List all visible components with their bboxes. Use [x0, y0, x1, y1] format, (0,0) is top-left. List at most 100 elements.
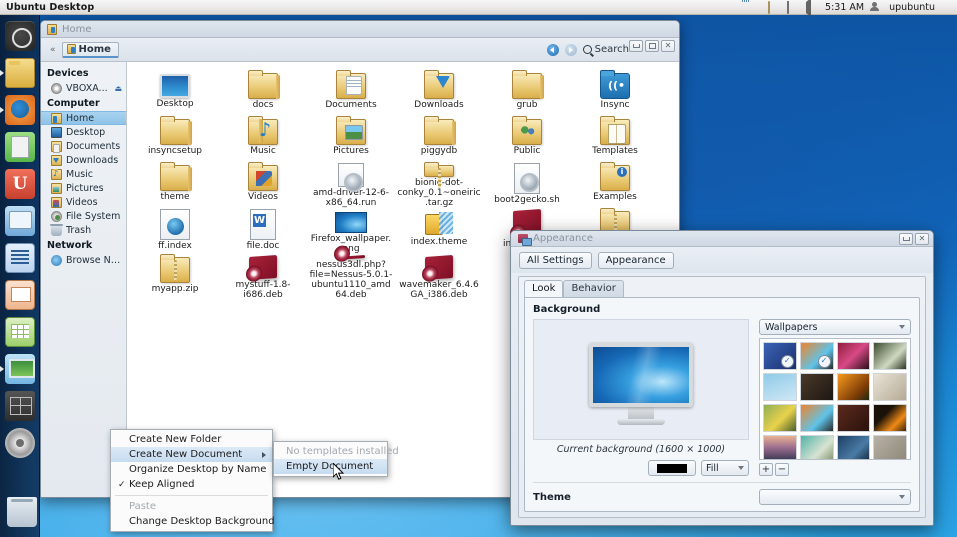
sidebar-item-file-system[interactable]: File System: [41, 209, 126, 223]
appearance-window[interactable]: Appearance ✕ All Settings Appearance Loo…: [510, 230, 934, 526]
create-new-document-submenu[interactable]: No templates installed Empty Document: [273, 441, 399, 477]
appearance-button[interactable]: Appearance: [597, 251, 674, 269]
search-button[interactable]: Search: [582, 44, 629, 55]
file-item[interactable]: index.theme: [395, 208, 483, 254]
wallpaper-thumb-orange-flower[interactable]: [836, 373, 871, 401]
launcher-item-cd-drive[interactable]: [2, 425, 38, 461]
sidebar-item-music[interactable]: Music: [41, 167, 126, 181]
file-item[interactable]: mystuff-1.8-i686.deb: [219, 254, 307, 300]
appearance-minimize-button[interactable]: [899, 233, 913, 245]
tab-behavior[interactable]: Behavior: [563, 280, 624, 297]
wallpaper-thumb-green-yellow-flower[interactable]: [763, 404, 797, 432]
sidebar-item-pictures[interactable]: Pictures: [41, 181, 126, 195]
sidebar-item-browse-net[interactable]: Browse Net...: [41, 253, 126, 267]
file-item[interactable]: Videos: [219, 162, 307, 208]
file-item[interactable]: grub: [483, 70, 571, 116]
context-menu-item-create-new-document[interactable]: Create New Document: [111, 447, 272, 462]
wallpaper-thumb-white-blossom-dark[interactable]: [873, 342, 907, 370]
file-item[interactable]: wavemaker_6.4.6GA_i386.deb: [395, 254, 483, 300]
breadcrumb-collapse-icon[interactable]: «: [47, 45, 59, 55]
file-item[interactable]: Documents: [307, 70, 395, 116]
file-manager-titlebar[interactable]: Home: [41, 21, 679, 38]
file-item[interactable]: Templates: [571, 116, 659, 162]
theme-select[interactable]: [759, 489, 911, 505]
tab-look[interactable]: Look: [524, 280, 564, 298]
user-icon[interactable]: [870, 2, 883, 13]
file-item[interactable]: myapp.zip: [131, 254, 219, 300]
file-item[interactable]: Public: [483, 116, 571, 162]
context-menu-item-create-new-folder[interactable]: Create New Folder: [111, 432, 272, 447]
wallpaper-thumb-brown-maroon[interactable]: [836, 404, 871, 432]
file-item[interactable]: piggydb: [395, 116, 483, 162]
file-item[interactable]: Firefox_wallpaper.png: [307, 208, 395, 254]
launcher-item-libreoffice-calc[interactable]: [2, 314, 38, 350]
file-item[interactable]: bionic-dot-conky_0.1~oneiric.tar.gz: [395, 162, 483, 208]
context-menu-item-keep-aligned[interactable]: ✓ Keep Aligned: [111, 477, 272, 492]
forward-button[interactable]: [564, 43, 577, 56]
appearance-titlebar[interactable]: Appearance ✕: [511, 231, 933, 247]
wallpaper-grid-container[interactable]: [759, 338, 911, 460]
submenu-item-empty-document[interactable]: Empty Document: [274, 459, 387, 474]
trash-icon[interactable]: [7, 497, 37, 527]
all-settings-button[interactable]: All Settings: [519, 251, 592, 269]
file-item[interactable]: nessus3dl.php?file=Nessus-5.0.1-ubuntu11…: [307, 254, 395, 300]
launcher-item-displays[interactable]: [0, 351, 38, 387]
background-color-button[interactable]: [648, 460, 696, 476]
file-item[interactable]: theme: [131, 162, 219, 208]
launcher-item-ubuntu-help[interactable]: [2, 129, 38, 165]
system-monitor-graph-icon[interactable]: [749, 2, 762, 13]
appearance-close-button[interactable]: ✕: [915, 233, 929, 245]
cart-icon[interactable]: [787, 0, 800, 14]
wallpaper-thumb-blue-sky-birds[interactable]: [763, 373, 797, 401]
wallpaper-thumb-turquoise-water[interactable]: [799, 435, 834, 459]
sidebar-item-trash[interactable]: Trash: [41, 223, 126, 237]
file-item[interactable]: Insync: [571, 70, 659, 116]
add-wallpaper-button[interactable]: +: [759, 463, 773, 476]
launcher-item-libreoffice-writer[interactable]: [2, 240, 38, 276]
wallpaper-thumb-blue-fabric[interactable]: [836, 435, 871, 459]
wallpaper-thumb-ubuntu-default-blue[interactable]: [763, 342, 797, 370]
file-item[interactable]: insyncsetup: [131, 116, 219, 162]
wallpaper-source-select[interactable]: Wallpapers: [759, 319, 911, 335]
launcher-item-workspace-switcher[interactable]: [2, 388, 38, 424]
file-item[interactable]: Pictures: [307, 116, 395, 162]
launcher-item-ubuntu-dash[interactable]: [2, 18, 38, 54]
wallpaper-thumb-white-butterfly[interactable]: [873, 373, 907, 401]
maximize-button[interactable]: [645, 40, 659, 52]
context-menu-item-change-desktop-background[interactable]: Change Desktop Background: [111, 514, 275, 529]
session-icon[interactable]: [941, 2, 954, 13]
wallpaper-thumb-orange-abstract-1[interactable]: [799, 342, 834, 370]
sidebar-item-documents[interactable]: Documents: [41, 139, 126, 153]
launcher-item-libreoffice-impress[interactable]: [2, 277, 38, 313]
remove-wallpaper-button[interactable]: −: [775, 463, 789, 476]
file-item[interactable]: docs: [219, 70, 307, 116]
file-item[interactable]: Desktop: [131, 70, 219, 116]
wallpaper-thumb-dark-brown-texture[interactable]: [799, 373, 834, 401]
file-item[interactable]: file.doc: [219, 208, 307, 254]
sidebar-item-home[interactable]: Home: [41, 111, 126, 125]
launcher-item-ubuntu-software-center[interactable]: U: [2, 166, 38, 202]
context-menu-item-organize-desktop-by-name[interactable]: Organize Desktop by Name: [111, 462, 272, 477]
file-item[interactable]: amd-driver-12-6-x86_64.run: [307, 162, 395, 208]
file-item[interactable]: ff.index: [131, 208, 219, 254]
wallpaper-thumb-grey-sand[interactable]: [873, 435, 907, 459]
minimize-button[interactable]: [629, 40, 643, 52]
file-item[interactable]: Examples: [571, 162, 659, 208]
launcher-trash[interactable]: [2, 493, 40, 531]
background-fill-select[interactable]: Fill: [701, 460, 749, 476]
wallpaper-thumb-magenta-petal[interactable]: [836, 342, 871, 370]
clock[interactable]: 5:31 AM: [825, 2, 864, 13]
envelope-icon[interactable]: [768, 0, 781, 14]
back-button[interactable]: [546, 43, 559, 56]
breadcrumb-item-home[interactable]: Home: [61, 41, 119, 58]
file-item[interactable]: Downloads: [395, 70, 483, 116]
desktop-context-menu[interactable]: Create New Folder Create New Document Orga…: [110, 429, 275, 532]
sidebar-item-downloads[interactable]: Downloads: [41, 153, 126, 167]
launcher-item-system-settings[interactable]: [2, 203, 38, 239]
wallpaper-thumb-orange-vinyl[interactable]: [873, 404, 907, 432]
launcher-item-firefox[interactable]: [0, 92, 38, 128]
sidebar-item-vboxa[interactable]: VBOXA... ⏏: [41, 81, 126, 95]
username-label[interactable]: upubuntu: [889, 2, 935, 13]
launcher-item-files[interactable]: [0, 55, 38, 91]
wallpaper-thumb-sunset-city[interactable]: [763, 435, 797, 459]
